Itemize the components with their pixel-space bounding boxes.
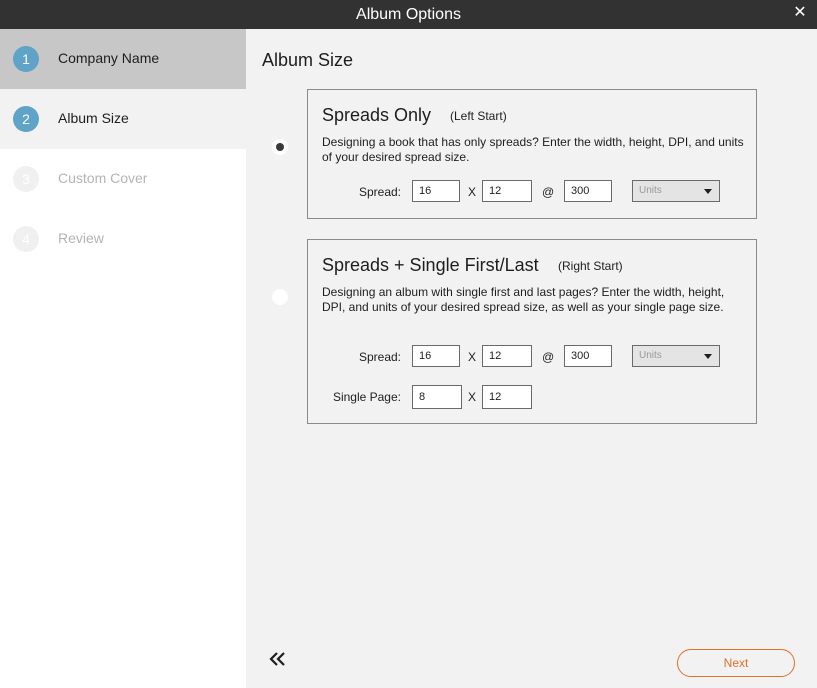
spread-dpi-input[interactable]: [564, 180, 612, 202]
step-number-badge: 3: [13, 166, 39, 192]
spread-height-input[interactable]: [482, 180, 532, 202]
at-separator: @: [542, 185, 555, 199]
option-subheading: (Right Start): [558, 259, 623, 273]
spreads-single-radio[interactable]: [272, 289, 288, 305]
step-number-badge: 2: [13, 106, 39, 132]
spread-width-input[interactable]: [412, 345, 460, 367]
x-separator: X: [468, 390, 477, 404]
spread-height-input[interactable]: [482, 345, 532, 367]
option-heading: Spreads + Single First/Last: [322, 255, 539, 275]
option-description: Designing a book that has only spreads? …: [322, 135, 744, 164]
single-width-input[interactable]: [412, 385, 462, 409]
spread-units-select[interactable]: Units: [632, 345, 720, 367]
wizard-sidebar: 1 Company Name 2 Album Size 3 Custom Cov…: [0, 29, 246, 688]
units-placeholder: Units: [639, 350, 662, 361]
spreads-single-card: Spreads + Single First/Last (Right Start…: [307, 239, 757, 424]
x-separator: X: [468, 350, 477, 364]
step-number-badge: 1: [13, 46, 39, 72]
single-height-input[interactable]: [482, 385, 532, 409]
window-title: Album Options: [356, 6, 461, 23]
step-label: Review: [58, 230, 104, 246]
next-button[interactable]: Next: [677, 649, 795, 677]
option-subheading: (Left Start): [450, 109, 507, 123]
page-title: Album Size: [262, 50, 354, 70]
at-separator: @: [542, 350, 555, 364]
step-number-badge: 4: [13, 226, 39, 252]
single-page-label: Single Page:: [332, 390, 401, 404]
spread-dpi-input[interactable]: [564, 345, 612, 367]
x-separator: X: [468, 185, 477, 199]
double-chevron-left-icon[interactable]: [266, 647, 290, 671]
step-company-name[interactable]: 1 Company Name: [0, 29, 246, 89]
dropdown-arrow-icon: [704, 189, 712, 194]
spread-label: Spread:: [358, 185, 401, 199]
spreads-only-card: Spreads Only (Left Start) Designing a bo…: [307, 89, 757, 219]
spread-width-input[interactable]: [412, 180, 460, 202]
title-bar: Album Options ✕: [0, 0, 817, 29]
radio-selected-dot: [276, 143, 284, 151]
option-description: Designing an album with single first and…: [322, 285, 725, 314]
spread-units-select[interactable]: Units: [632, 180, 720, 202]
step-album-size[interactable]: 2 Album Size: [0, 89, 246, 149]
option-heading: Spreads Only: [322, 105, 432, 125]
step-review[interactable]: 4 Review: [0, 209, 246, 269]
spread-label: Spread:: [358, 350, 401, 364]
spreads-only-radio[interactable]: [272, 139, 288, 155]
step-label: Company Name: [58, 50, 160, 66]
step-label: Album Size: [58, 110, 129, 126]
close-icon[interactable]: ✕: [792, 5, 808, 21]
main-panel: Album Size Spreads Only (Left Start) Des…: [246, 29, 817, 688]
dropdown-arrow-icon: [704, 354, 712, 359]
step-custom-cover[interactable]: 3 Custom Cover: [0, 149, 246, 209]
units-placeholder: Units: [639, 185, 662, 196]
step-label: Custom Cover: [58, 170, 148, 186]
